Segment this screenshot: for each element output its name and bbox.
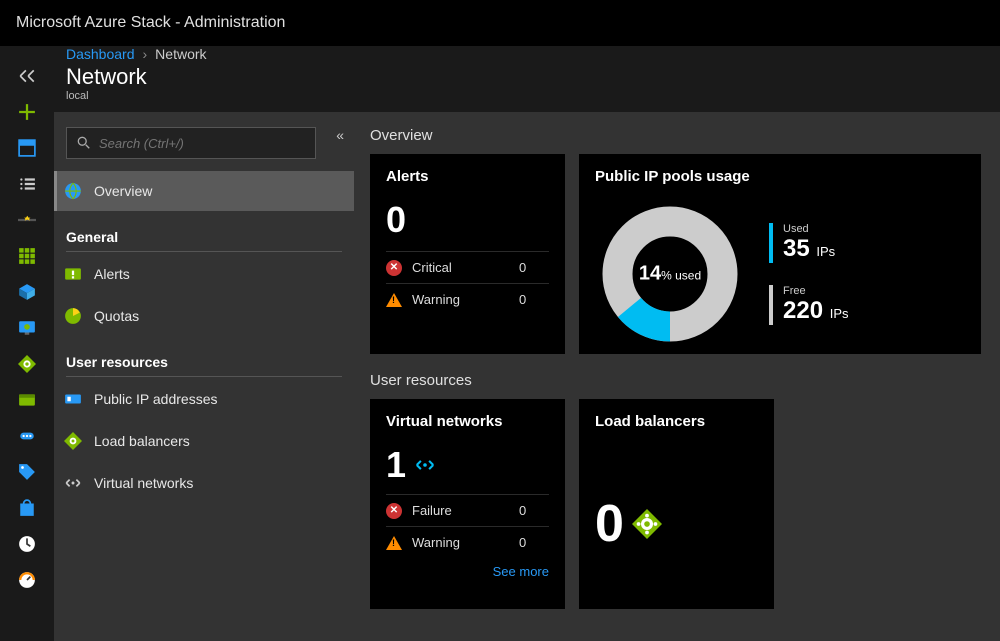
lb-card[interactable]: Load balancers 0 [579,399,774,609]
nav-quotas[interactable]: Quotas [54,296,354,336]
alerts-icon [64,265,82,283]
vnet-icon [64,474,82,492]
favorites-divider-icon [0,202,54,238]
tag-icon[interactable] [0,454,54,490]
alerts-card[interactable]: Alerts 0 ✕ Critical 0 Warning 0 [370,154,565,354]
alerts-warning-row: Warning 0 [386,283,549,315]
icon-rail [0,46,54,632]
load-balancer-rail-icon[interactable] [0,346,54,382]
body-row: « Overview General Alerts Quotas [54,112,1000,641]
critical-icon: ✕ [386,260,402,276]
vnets-failure-label: Failure [412,503,509,518]
ip-pool-used-label: Used [783,223,835,235]
alerts-critical-label: Critical [412,260,509,275]
ip-pool-used-unit: IPs [816,244,835,259]
list-icon[interactable] [0,166,54,202]
gauge-icon[interactable] [0,562,54,598]
load-balancer-icon [64,432,82,450]
failure-icon: ✕ [386,503,402,519]
overview-cards-row: Alerts 0 ✕ Critical 0 Warning 0 [370,154,984,354]
lb-count: 0 [595,494,758,554]
app-title: Microsoft Azure Stack - Administration [16,14,285,32]
ip-pool-free-value: 220 [783,297,823,324]
add-button[interactable] [0,94,54,130]
page-subtitle: local [66,90,988,102]
vnets-see-more[interactable]: See more [386,558,549,579]
alerts-warning-label: Warning [412,292,509,307]
store-icon[interactable] [0,490,54,526]
vnets-failure-value: 0 [519,503,549,518]
dashboard-icon[interactable] [0,130,54,166]
ip-pool-used-value: 35 [783,235,810,262]
clock-icon[interactable] [0,526,54,562]
vnets-warning-label: Warning [412,535,509,550]
ip-pool-free-unit: IPs [830,306,849,321]
resource-menu: « Overview General Alerts Quotas [54,113,354,641]
main-panel: Overview Alerts 0 ✕ Critical 0 [354,113,1000,641]
alerts-critical-value: 0 [519,260,549,275]
alerts-count: 0 [386,199,549,241]
vnets-count: 1 [386,444,549,486]
nav-vnets[interactable]: Virtual networks [54,463,354,503]
search-box[interactable] [66,127,316,159]
warning-icon [386,293,402,307]
nav-public-ip-label: Public IP addresses [94,391,217,407]
nav-quotas-label: Quotas [94,308,139,324]
warning-icon-2 [386,536,402,550]
collapse-blade-button[interactable]: « [336,127,344,143]
vnets-card-title: Virtual networks [386,413,549,430]
globe-icon [64,182,82,200]
nav-alerts[interactable]: Alerts [54,254,354,294]
vnets-warning-row: Warning 0 [386,526,549,558]
breadcrumb-root[interactable]: Dashboard [66,46,135,62]
user-resources-heading: User resources [370,372,984,389]
nav-load-balancers[interactable]: Load balancers [54,421,354,461]
public-ip-icon [64,390,82,408]
page-header: Network local [54,62,1000,112]
quotas-icon [64,307,82,325]
alerts-card-title: Alerts [386,168,549,185]
nav-lb-label: Load balancers [94,433,190,449]
search-input[interactable] [99,136,305,151]
ip-pool-percent: 14 [639,263,661,285]
vnets-card[interactable]: Virtual networks 1 ✕ Failure 0 [370,399,565,609]
vnet-small-icon [414,454,436,476]
ip-pool-donut: 14% used [595,199,745,349]
nav-public-ip[interactable]: Public IP addresses [54,379,354,419]
user-resources-cards-row: Virtual networks 1 ✕ Failure 0 [370,399,984,609]
vnets-warning-value: 0 [519,535,549,550]
card-icon[interactable] [0,382,54,418]
main-area: Dashboard › Network Network local « Over… [0,46,1000,632]
ip-pool-title: Public IP pools usage [595,168,965,185]
overview-heading: Overview [370,127,984,144]
lb-card-title: Load balancers [595,413,758,430]
nav-overview-label: Overview [94,183,152,199]
load-balancer-large-icon [632,509,662,539]
content: Dashboard › Network Network local « Over… [54,46,1000,632]
nav-alerts-label: Alerts [94,266,130,282]
ip-pool-free: Free 220 IPs [769,285,849,325]
nav-section-user-resources: User resources [66,354,342,377]
chevron-right-icon: › [143,46,148,62]
vnet-rail-icon[interactable] [0,418,54,454]
ip-pool-card[interactable]: Public IP pools usage 14% used [579,154,981,354]
alerts-warning-value: 0 [519,292,549,307]
vnets-failure-row: ✕ Failure 0 [386,494,549,526]
expand-menu-button[interactable] [0,58,54,94]
ip-pool-percent-suffix: % used [661,269,701,283]
nav-overview[interactable]: Overview [54,171,354,211]
title-bar: Microsoft Azure Stack - Administration [0,0,1000,46]
nav-section-general: General [66,229,342,252]
grid-icon[interactable] [0,238,54,274]
ip-pool-used: Used 35 IPs [769,223,849,263]
search-icon [77,136,91,150]
cube-icon[interactable] [0,274,54,310]
page-title: Network [66,64,988,90]
breadcrumb-current: Network [155,46,206,62]
ip-pool-free-label: Free [783,285,849,297]
alerts-critical-row: ✕ Critical 0 [386,251,549,283]
breadcrumb: Dashboard › Network [54,46,1000,62]
monitor-icon[interactable] [0,310,54,346]
nav-vnet-label: Virtual networks [94,475,193,491]
